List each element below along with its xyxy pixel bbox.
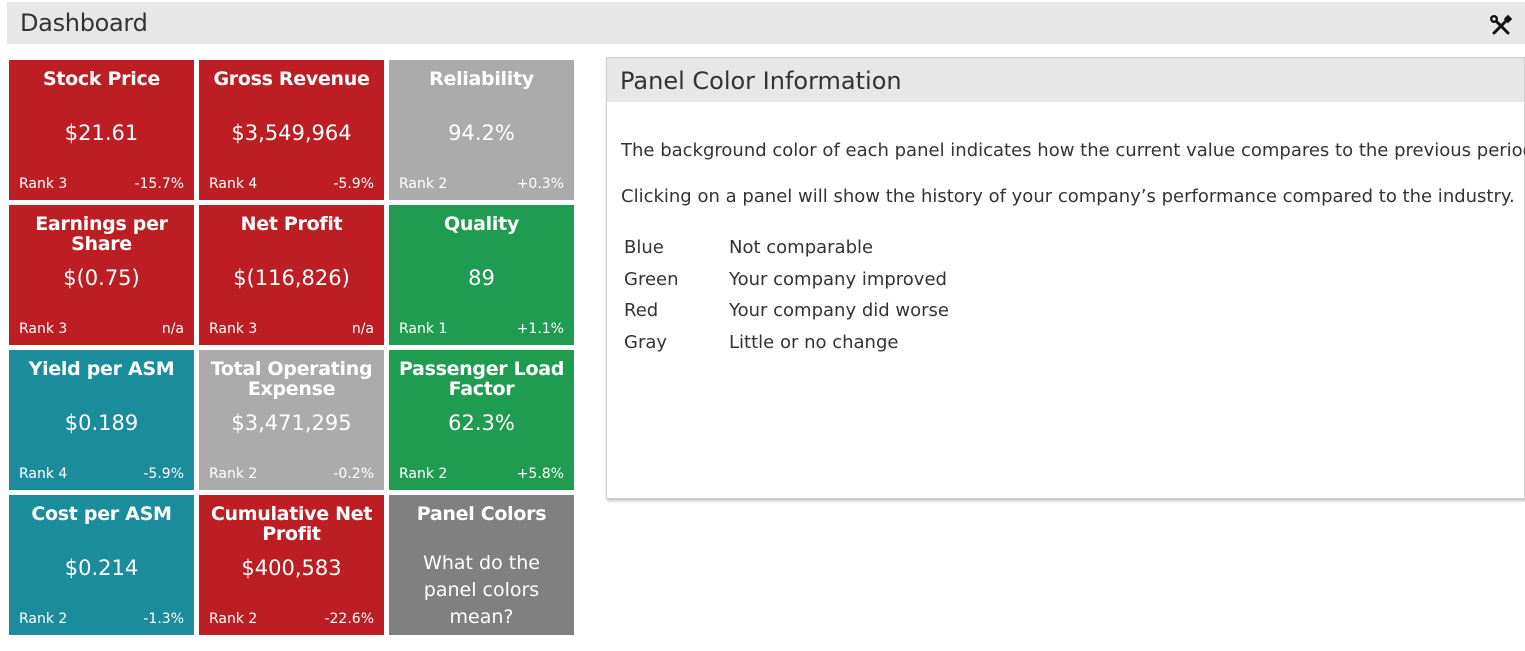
legend-key: Blue: [624, 237, 664, 258]
tile-value: $(0.75): [63, 266, 140, 290]
tile-change: -5.9%: [333, 176, 374, 192]
tile-title: Passenger Load Factor: [398, 358, 565, 400]
tile-cumulative-net-profit[interactable]: Cumulative Net Profit $400,583 Rank 2 -2…: [199, 495, 384, 635]
tile-value: $3,549,964: [231, 121, 352, 145]
tile-stock-price[interactable]: Stock Price $21.61 Rank 3 -15.7%: [9, 60, 194, 200]
tile-change: +0.3%: [516, 176, 564, 192]
tile-total-operating-expense[interactable]: Total Operating Expense $3,471,295 Rank …: [199, 350, 384, 490]
tile-rank: Rank 3: [209, 321, 258, 337]
tile-change: n/a: [161, 321, 184, 337]
tile-rank: Rank 4: [209, 176, 258, 192]
tile-rank: Rank 3: [19, 321, 68, 337]
legend-value: Not comparable: [729, 237, 874, 258]
tile-passenger-load-factor[interactable]: Passenger Load Factor 62.3% Rank 2 +5.8%: [389, 350, 574, 490]
legend-value: Your company improved: [729, 269, 947, 290]
tile-title: Panel Colors: [416, 503, 547, 525]
tile-rank: Rank 2: [399, 176, 448, 192]
tile-change: +1.1%: [516, 321, 564, 337]
page-title: Dashboard: [20, 9, 148, 37]
tile-value: $0.189: [64, 411, 139, 435]
tile-title: Cumulative Net Profit: [210, 503, 373, 545]
legend-key: Gray: [624, 332, 668, 353]
tile-value: $400,583: [241, 556, 342, 580]
tile-gross-revenue[interactable]: Gross Revenue $3,549,964 Rank 4 -5.9%: [199, 60, 384, 200]
tile-value: 62.3%: [448, 411, 515, 435]
tile-title: Reliability: [429, 68, 534, 90]
tile-title: Cost per ASM: [31, 503, 172, 525]
panel-color-information: Panel Color Information The background c…: [606, 57, 1525, 499]
dashboard-header: Dashboard: [7, 2, 1525, 44]
tile-change: -15.7%: [134, 176, 184, 192]
tile-rank: Rank 3: [19, 176, 68, 192]
legend-value: Little or no change: [729, 332, 899, 353]
tile-rank: Rank 1: [399, 321, 448, 337]
tile-value: $3,471,295: [231, 411, 352, 435]
tile-title: Earnings per Share: [35, 213, 168, 255]
tile-value: $0.214: [64, 556, 139, 580]
tile-net-profit[interactable]: Net Profit $(116,826) Rank 3 n/a: [199, 205, 384, 345]
tile-rank: Rank 2: [19, 611, 68, 627]
tile-change: -22.6%: [324, 611, 374, 627]
tile-title: Gross Revenue: [213, 68, 370, 90]
wrench-screwdriver-icon[interactable]: [1489, 14, 1513, 38]
tile-yield-per-asm[interactable]: Yield per ASM $0.189 Rank 4 -5.9%: [9, 350, 194, 490]
tile-description: What do the panel colors mean?: [423, 552, 540, 628]
legend-value: Your company did worse: [729, 300, 949, 321]
info-paragraph: Clicking on a panel will show the histor…: [621, 186, 1515, 207]
info-panel-header: Panel Color Information: [607, 58, 1524, 102]
tile-change: -5.9%: [143, 466, 184, 482]
tile-panel-colors-help[interactable]: Panel Colors What do the panel colors me…: [389, 495, 574, 635]
tile-rank: Rank 4: [19, 466, 68, 482]
tile-title: Stock Price: [43, 68, 160, 90]
tile-earnings-per-share[interactable]: Earnings per Share $(0.75) Rank 3 n/a: [9, 205, 194, 345]
tile-cost-per-asm[interactable]: Cost per ASM $0.214 Rank 2 -1.3%: [9, 495, 194, 635]
tile-change: n/a: [351, 321, 374, 337]
tile-reliability[interactable]: Reliability 94.2% Rank 2 +0.3%: [389, 60, 574, 200]
tile-value: 89: [468, 266, 495, 290]
tile-title: Yield per ASM: [28, 358, 175, 380]
tile-rank: Rank 2: [399, 466, 448, 482]
tile-quality[interactable]: Quality 89 Rank 1 +1.1%: [389, 205, 574, 345]
info-paragraph: The background color of each panel indic…: [621, 140, 1525, 161]
tile-value: $(116,826): [233, 266, 350, 290]
legend-key: Red: [624, 300, 659, 321]
tile-change: -1.3%: [143, 611, 184, 627]
tile-change: +5.8%: [516, 466, 564, 482]
tile-value: 94.2%: [448, 121, 515, 145]
tile-rank: Rank 2: [209, 611, 258, 627]
tile-rank: Rank 2: [209, 466, 258, 482]
legend-key: Green: [624, 269, 679, 290]
tile-title: Quality: [444, 213, 519, 235]
tile-change: -0.2%: [333, 466, 374, 482]
tile-title: Net Profit: [240, 213, 343, 235]
tile-value: $21.61: [64, 121, 139, 145]
tile-title: Total Operating Expense: [210, 358, 373, 400]
info-panel-title: Panel Color Information: [620, 67, 902, 95]
